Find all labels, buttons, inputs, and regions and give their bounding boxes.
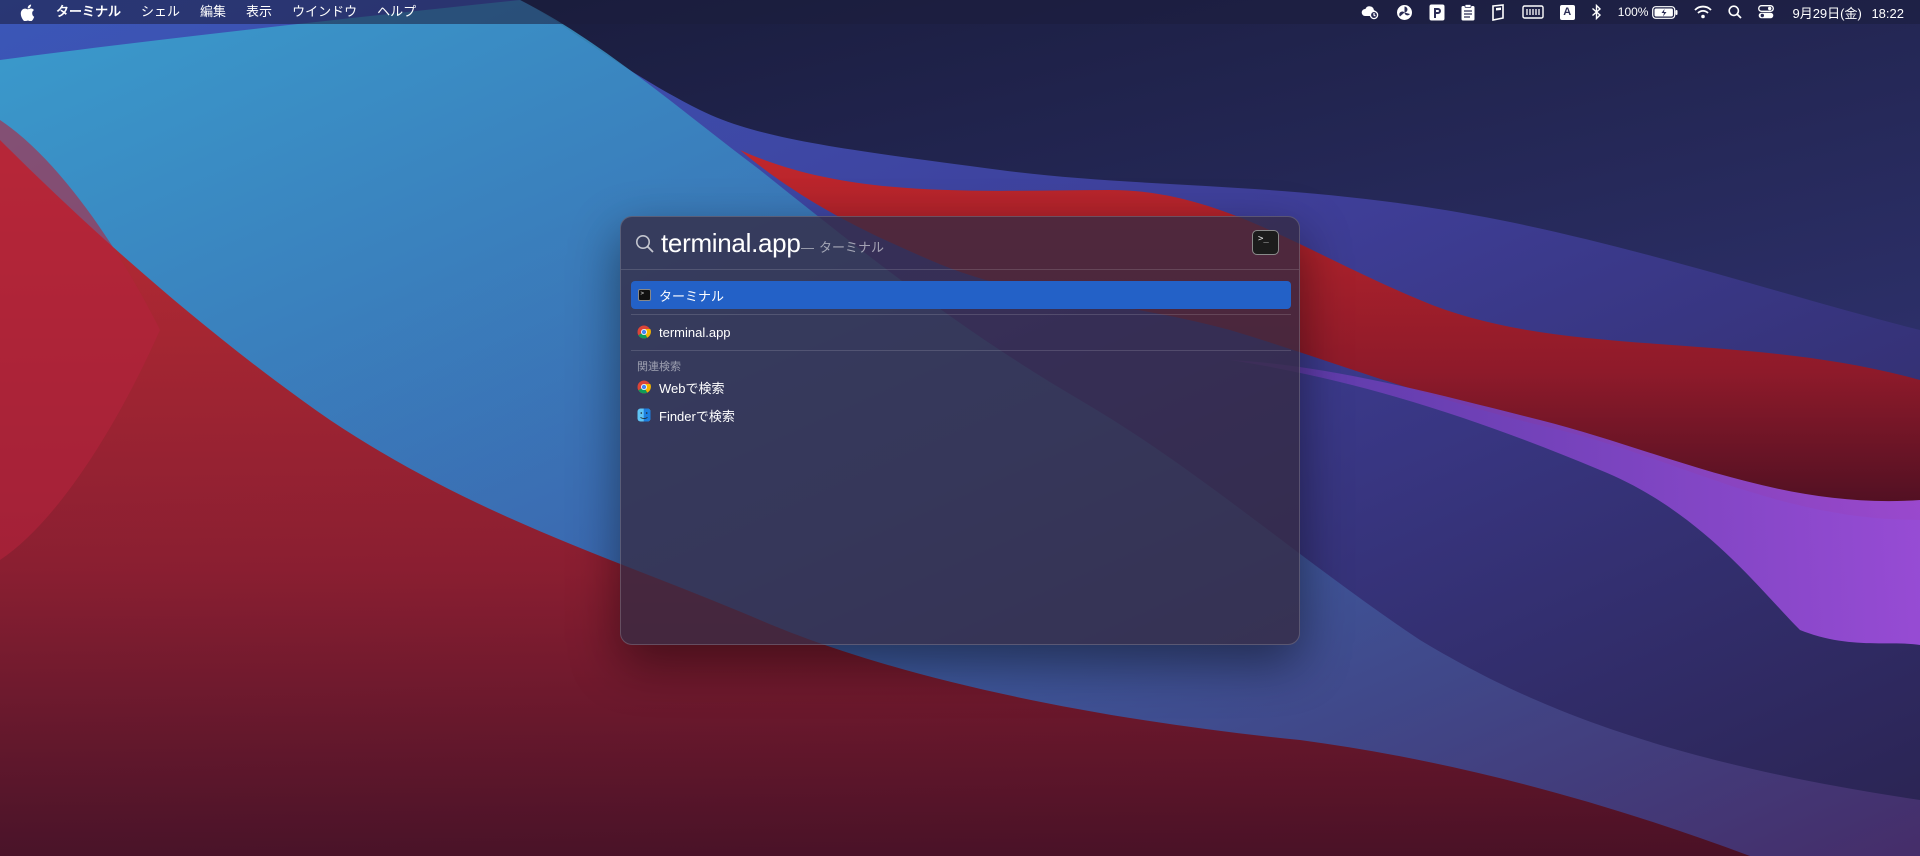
- p-app-icon[interactable]: [1421, 0, 1453, 24]
- spotlight-icon[interactable]: [1720, 0, 1750, 24]
- input-source-label: A: [1559, 4, 1575, 20]
- menu-edit[interactable]: 編集: [190, 0, 236, 24]
- menu-window[interactable]: ウインドウ: [282, 0, 367, 24]
- result-divider: [631, 314, 1291, 315]
- battery-icon: [1652, 5, 1678, 19]
- clock-date: 9月29日(金): [1792, 5, 1862, 21]
- clock-time: 18:22: [1871, 5, 1904, 21]
- spotlight-search-bar: terminal.app — ターミナル >_: [621, 217, 1299, 270]
- control-center-icon[interactable]: [1750, 0, 1782, 24]
- result-web-suggestion[interactable]: terminal.app: [631, 318, 1291, 346]
- result-top-hit[interactable]: > ターミナル: [631, 281, 1291, 309]
- battery-status[interactable]: 100%: [1610, 0, 1687, 24]
- search-web-row[interactable]: Webで検索: [631, 373, 1291, 401]
- menu-bar-status: A 100% 9月29日(金) 18:22: [1352, 0, 1904, 24]
- clipboard-icon[interactable]: [1453, 0, 1483, 24]
- chrome-icon: [637, 380, 651, 394]
- menu-shell[interactable]: シェル: [131, 0, 190, 24]
- search-completion-hint: — ターミナル: [801, 237, 884, 256]
- cloud-activity-icon[interactable]: [1352, 0, 1388, 24]
- terminal-icon: >_: [1252, 230, 1279, 255]
- menu-help[interactable]: ヘルプ: [367, 0, 426, 24]
- spotlight-panel: terminal.app — ターミナル >_ > ターミナル terminal.…: [620, 216, 1300, 645]
- pinwheel-icon[interactable]: [1388, 0, 1421, 24]
- book-icon[interactable]: [1483, 0, 1514, 24]
- result-top-hit-label: ターミナル: [659, 288, 725, 304]
- memory-icon[interactable]: [1514, 0, 1552, 24]
- search-icon: [635, 234, 655, 259]
- chrome-icon: [637, 325, 651, 339]
- search-finder-label: Finderで検索: [659, 408, 735, 424]
- result-web-suggestion-label: terminal.app: [659, 324, 731, 340]
- terminal-prompt-glyph: >_: [1258, 234, 1269, 244]
- terminal-icon: >: [637, 288, 651, 302]
- menu-bar-left: ターミナル シェル 編集 表示 ウインドウ ヘルプ: [20, 0, 426, 24]
- hint-text: ターミナル: [819, 240, 885, 255]
- bluetooth-icon[interactable]: [1583, 0, 1610, 24]
- wifi-icon[interactable]: [1686, 0, 1720, 24]
- section-divider: [631, 350, 1291, 351]
- search-finder-row[interactable]: Finderで検索: [631, 401, 1291, 429]
- menubar-clock[interactable]: 9月29日(金) 18:22: [1782, 3, 1904, 22]
- input-source-icon[interactable]: A: [1552, 0, 1583, 24]
- menu-app-name[interactable]: ターミナル: [46, 0, 131, 24]
- menu-bar: ターミナル シェル 編集 表示 ウインドウ ヘルプ A 100% 9月29日(金…: [0, 0, 1920, 24]
- apple-menu-icon[interactable]: [20, 3, 38, 21]
- finder-icon: [637, 408, 651, 422]
- menu-view[interactable]: 表示: [236, 0, 282, 24]
- related-section-label: 関連検索: [637, 361, 681, 373]
- battery-percent: 100%: [1617, 5, 1649, 19]
- hint-dash: —: [801, 240, 814, 255]
- search-input[interactable]: terminal.app: [661, 228, 801, 259]
- search-web-label: Webで検索: [659, 380, 725, 396]
